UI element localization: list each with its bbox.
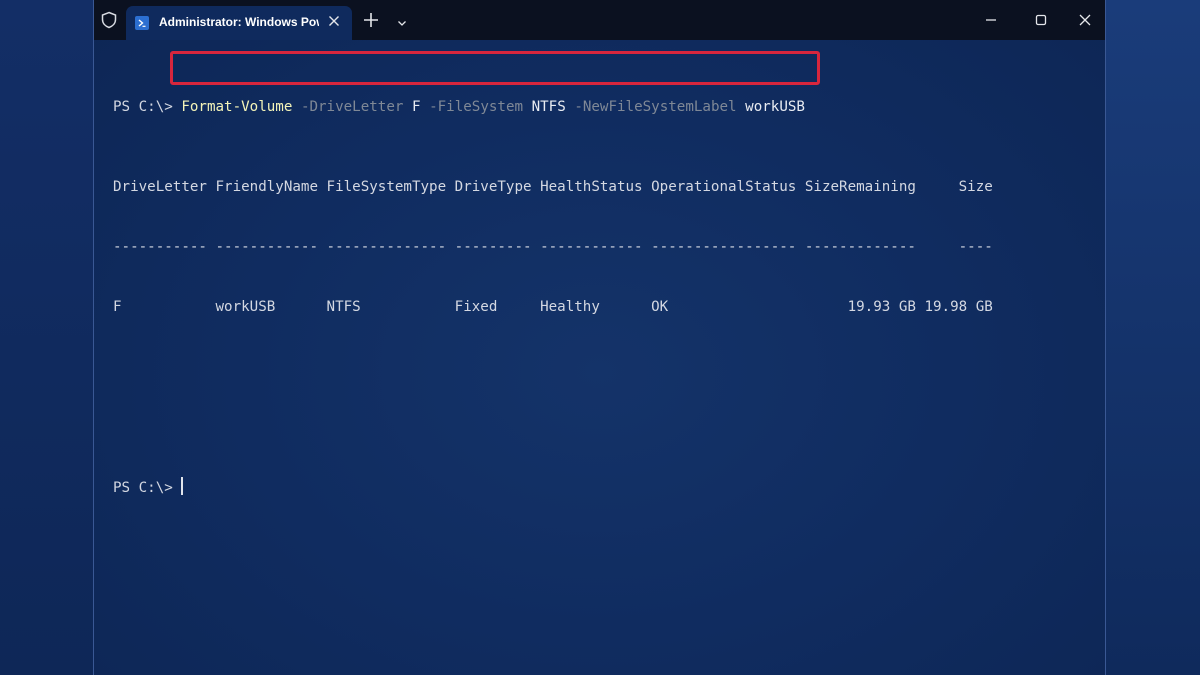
terminal-output[interactable]: PS C:\> Format-Volume -DriveLetter F -Fi… — [113, 50, 1093, 510]
prompt: PS C:\> — [113, 99, 173, 115]
value-label: workUSB — [745, 99, 805, 115]
maximize-icon[interactable] — [1031, 10, 1051, 30]
plus-icon[interactable] — [362, 11, 380, 29]
title-bar[interactable]: Administrator: Windows Powe — [94, 0, 1105, 40]
param-file-system: -FileSystem — [429, 99, 524, 115]
text-cursor — [181, 477, 184, 495]
table-divider: ----------- ------------ -------------- … — [113, 239, 993, 255]
chevron-down-icon[interactable] — [396, 14, 408, 26]
value-file-system: NTFS — [531, 99, 566, 115]
param-label: -NewFileSystemLabel — [574, 99, 737, 115]
value-drive-letter: F — [411, 99, 421, 115]
desktop-background-right — [1106, 0, 1200, 675]
prompt-line: PS C:\> — [113, 477, 1093, 497]
param-drive-letter: -DriveLetter — [300, 99, 404, 115]
terminal-window: Administrator: Windows Powe PS C:\> Form… — [93, 0, 1106, 675]
command-line: PS C:\> Format-Volume -DriveLetter F -Fi… — [113, 97, 1093, 117]
table-header: DriveLetter FriendlyName FileSystemType … — [113, 179, 993, 195]
table-row: F workUSB NTFS Fixed Healthy OK 19.93 GB… — [113, 299, 993, 315]
tab-title: Administrator: Windows Powe — [159, 15, 319, 29]
minimize-icon[interactable] — [981, 10, 1001, 30]
close-window-icon[interactable] — [1075, 10, 1095, 30]
cmdlet: Format-Volume — [181, 99, 293, 115]
powershell-icon — [135, 16, 149, 30]
desktop-background-left — [0, 0, 93, 675]
shield-icon — [100, 11, 118, 29]
close-tab-icon[interactable] — [324, 11, 344, 31]
tab-administrator-powershell[interactable]: Administrator: Windows Powe — [126, 6, 352, 40]
prompt: PS C:\> — [113, 480, 173, 496]
